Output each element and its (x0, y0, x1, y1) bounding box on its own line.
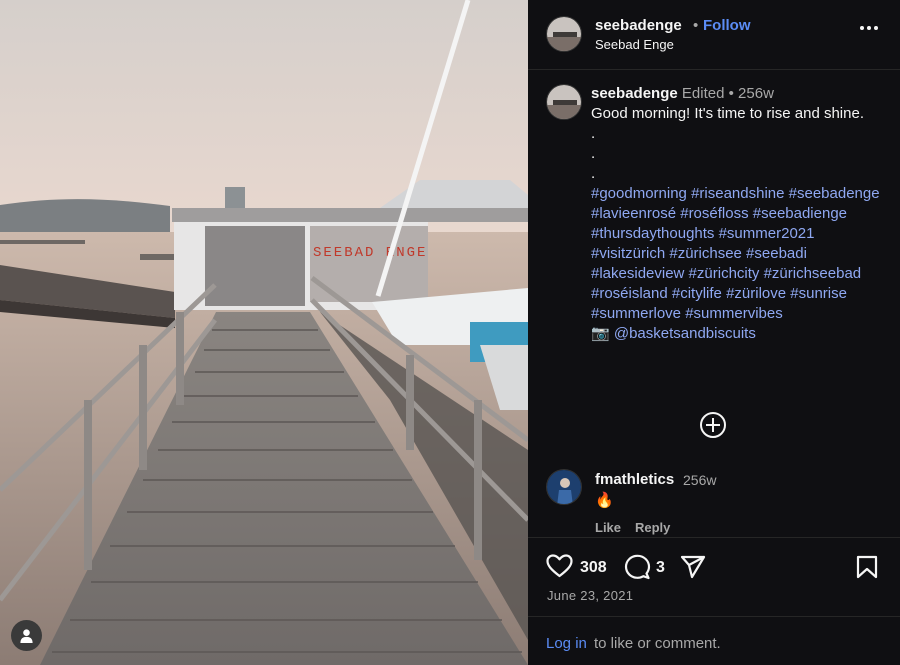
bookmark-icon[interactable] (856, 555, 878, 579)
post-side-panel: seebadenge • Follow Seebad Enge seebaden… (528, 0, 900, 665)
caption-text: Good morning! It's time to rise and shin… (591, 105, 864, 122)
person-icon (20, 629, 33, 643)
comments-section[interactable]: seebadenge Edited • 256w Good morning! I… (528, 71, 900, 537)
more-horizontal-icon[interactable] (860, 26, 878, 30)
avatar[interactable] (546, 16, 582, 52)
pier-photo-illustration: SEEBAD ENGE (0, 0, 528, 665)
comment-avatar[interactable] (546, 469, 582, 505)
comment-like-button[interactable]: Like (595, 520, 621, 535)
edited-label: Edited (681, 85, 725, 102)
follow-button[interactable]: Follow (703, 17, 751, 34)
caption-separator: • (728, 85, 734, 102)
avatar-image (547, 470, 581, 504)
building-sign: SEEBAD ENGE (313, 245, 427, 261)
like-count[interactable]: 308 (580, 559, 607, 577)
login-link[interactable]: Log in (546, 635, 587, 652)
header-separator: • (693, 17, 699, 34)
comment-username[interactable]: fmathletics (595, 471, 674, 488)
post-photo[interactable]: SEEBAD ENGE (0, 0, 528, 665)
location-link[interactable]: Seebad Enge (595, 37, 674, 52)
post-date: June 23, 2021 (547, 588, 634, 603)
caption-dots: . . . (591, 124, 886, 184)
post-header: seebadenge • Follow Seebad Enge (528, 0, 900, 70)
login-prompt-text: to like or comment. (594, 635, 721, 652)
camera-emoji: 📷 (591, 325, 610, 342)
avatar-image (547, 85, 581, 119)
comment-text: 🔥 (595, 492, 614, 509)
mention-link[interactable]: @basketsandbiscuits (614, 325, 756, 342)
caption-age: 256w (738, 85, 774, 102)
header-username[interactable]: seebadenge (595, 17, 682, 34)
caption-dot: . (591, 145, 596, 162)
tagged-user-button[interactable] (11, 620, 42, 651)
caption-hashtags[interactable]: #goodmorning #riseandshine #seebadenge #… (591, 184, 886, 324)
caption-username[interactable]: seebadenge (591, 85, 678, 102)
caption-dot: . (591, 165, 596, 182)
comment-icon[interactable] (624, 554, 651, 580)
login-prompt: Log in to like or comment. (528, 616, 900, 665)
avatar-image (547, 17, 581, 51)
caption-avatar[interactable] (546, 84, 582, 120)
plus-circle-icon[interactable] (700, 412, 726, 438)
caption: seebadenge Edited • 256w Good morning! I… (591, 84, 886, 344)
heart-icon[interactable] (546, 554, 573, 578)
caption-dot: . (591, 125, 596, 142)
comment-count[interactable]: 3 (656, 559, 665, 577)
post-actions: 308 3 June 23, 2021 (528, 537, 900, 616)
share-icon[interactable] (680, 555, 706, 579)
comment-reply-button[interactable]: Reply (635, 520, 670, 535)
comment-age: 256w (683, 472, 717, 488)
